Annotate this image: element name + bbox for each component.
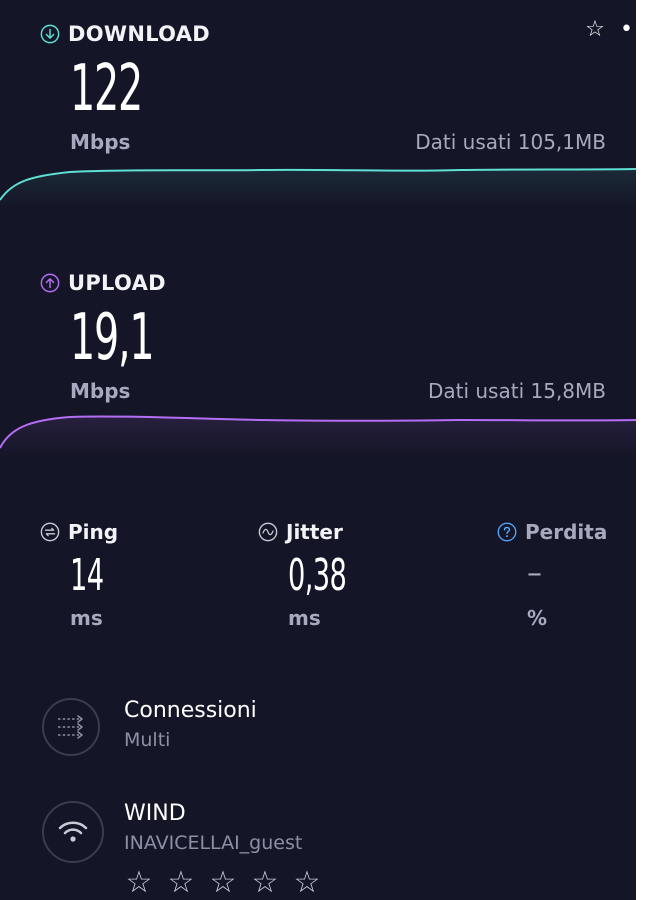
connections-text: Connessioni Multi <box>124 698 257 751</box>
ping-unit: ms <box>70 606 103 630</box>
rating-stars[interactable]: ☆ ☆ ☆ ☆ ☆ <box>122 868 324 898</box>
loss-unit: % <box>527 606 548 630</box>
network-circle <box>42 801 104 863</box>
download-graph <box>0 168 636 210</box>
download-data-used: Dati usati 105,1MB <box>415 130 606 154</box>
upload-graph <box>0 415 636 458</box>
ping-icon <box>40 522 60 542</box>
upload-label: UPLOAD <box>68 271 166 295</box>
rating-star-icon[interactable]: ☆ <box>206 868 240 898</box>
connections-row[interactable]: Connessioni Multi <box>42 698 257 756</box>
rating-star-icon[interactable]: ☆ <box>122 868 156 898</box>
favorite-star-icon[interactable]: ☆ <box>580 14 610 44</box>
loss-label: Perdita <box>525 520 608 544</box>
network-row[interactable]: WIND INAVICELLAI_guest <box>42 801 302 863</box>
loss-value: – <box>527 556 542 591</box>
download-arrow-icon <box>40 24 60 44</box>
loss-header: Perdita <box>497 520 607 544</box>
jitter-header: Jitter <box>258 520 343 544</box>
upload-value: 19,1 <box>70 301 155 375</box>
jitter-unit: ms <box>288 606 321 630</box>
connections-circle <box>42 698 100 756</box>
upload-arrow-icon <box>40 273 60 293</box>
rating-star-icon[interactable]: ☆ <box>164 868 198 898</box>
network-title: WIND <box>124 801 186 826</box>
more-options-icon[interactable]: ••• <box>620 14 636 44</box>
top-actions: ☆ ••• <box>580 14 636 44</box>
right-edge-strip <box>636 0 666 900</box>
download-unit: Mbps <box>70 130 131 154</box>
ping-label: Ping <box>68 520 119 544</box>
wifi-icon <box>58 821 88 842</box>
upload-data-used: Dati usati 15,8MB <box>427 379 606 403</box>
upload-unit: Mbps <box>70 379 131 403</box>
jitter-value: 0,38 <box>288 550 347 601</box>
network-subtitle: INAVICELLAI_guest <box>124 832 303 854</box>
connections-subtitle: Multi <box>124 729 171 751</box>
connections-arrows-icon <box>58 715 83 739</box>
ping-header: Ping <box>40 520 118 544</box>
jitter-wave-icon <box>258 522 278 542</box>
download-header: DOWNLOAD <box>40 22 210 46</box>
download-label: DOWNLOAD <box>68 22 211 46</box>
jitter-label: Jitter <box>286 520 343 544</box>
upload-header: UPLOAD <box>40 271 166 295</box>
connections-title: Connessioni <box>124 698 257 723</box>
speedtest-screen: ☆ ••• DOWNLOAD 122 Mbps Dati usati 105,1… <box>0 0 636 900</box>
network-text: WIND INAVICELLAI_guest <box>124 801 302 854</box>
rating-star-icon[interactable]: ☆ <box>290 868 324 898</box>
help-question-icon[interactable] <box>497 522 517 542</box>
rating-star-icon[interactable]: ☆ <box>248 868 282 898</box>
download-value: 122 <box>70 52 143 126</box>
ping-value: 14 <box>70 550 104 601</box>
